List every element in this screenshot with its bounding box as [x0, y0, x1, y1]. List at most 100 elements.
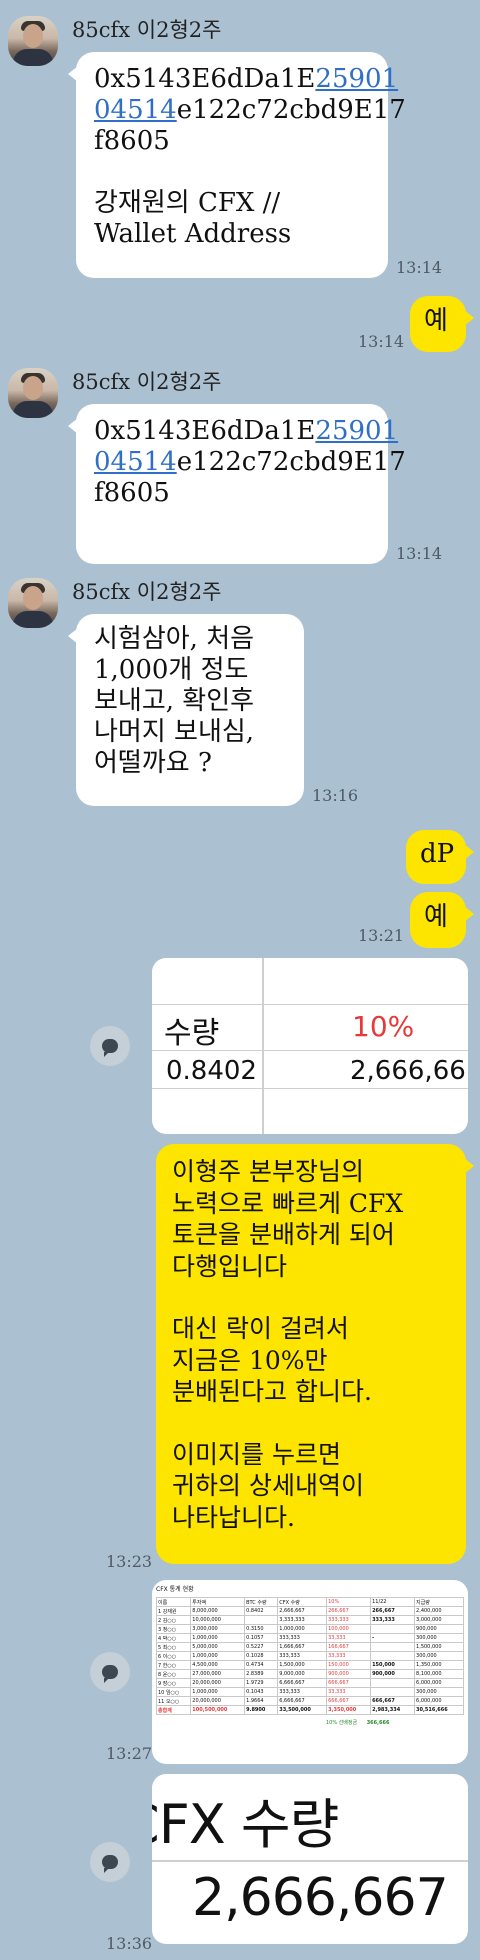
timestamp: 13:14: [396, 258, 443, 277]
table-cell: [370, 1687, 416, 1697]
message-bubble-address[interactable]: 0x5143E6dDa1E25901 04514e122c72cbd9E17 f…: [68, 404, 406, 564]
table-cell: 9,000,000: [277, 1669, 328, 1679]
table-cell: 266,667: [326, 1606, 372, 1616]
spreadsheet-table: 이름 투자액 BTC 수량 CFX 수량 10% 11/22 지급량 1 강재원 8,000,…: [155, 1597, 464, 1715]
table-cell: 3 정○○: [155, 1624, 192, 1634]
table-cell: 150,000: [370, 1660, 416, 1670]
table-cell: 266,667: [370, 1606, 416, 1616]
table-cell: 0.1028: [244, 1651, 279, 1661]
table-cell: 1,000,000: [277, 1624, 328, 1634]
avatar[interactable]: [8, 578, 58, 628]
table-cell: 3,333,333: [277, 1615, 328, 1625]
address-link[interactable]: 04514: [94, 447, 177, 477]
table-cell: 2,400,000: [414, 1606, 464, 1616]
table-cell: 666,667: [326, 1678, 372, 1688]
table-cell: 33,333: [326, 1633, 372, 1643]
table-cell: 6,000,000: [414, 1696, 464, 1706]
table-cell: 33,333: [326, 1687, 372, 1697]
avatar[interactable]: [8, 16, 58, 66]
table-cell: 6 이○○: [155, 1651, 192, 1661]
timestamp: 13:36: [106, 1934, 153, 1953]
table-header-row: 이름 투자액 BTC 수량 CFX 수량 10% 11/22 지급량: [155, 1597, 464, 1607]
table-cell: 1 강재원: [155, 1606, 192, 1616]
table-cell: 4,500,000: [190, 1660, 246, 1670]
table-cell: 166,667: [326, 1642, 372, 1652]
table-row: 5 최○○ 5,000,000 0.5227 1,666,667 166,667 1,50…: [155, 1642, 464, 1652]
table-cell: [244, 1615, 279, 1625]
table-cell: 1.9729: [244, 1678, 279, 1688]
table-cell: 900,000: [326, 1669, 372, 1679]
sender-name: 85cfx 이2형2주: [72, 18, 222, 42]
table-row: 10 임○○ 1,000,000 0.1043 333,333 33,333 300,00…: [155, 1687, 464, 1697]
table-cell: 0.5227: [244, 1642, 279, 1652]
table-cell: 20,000,000: [190, 1678, 246, 1688]
message-bubble-announcement[interactable]: 이형주 본부장님의 노력으로 빠르게 CFX 토큰을 분배하게 되어 다행입니다…: [156, 1144, 474, 1564]
table-cell: 333,333: [370, 1615, 416, 1625]
table-cell: 10 임○○: [155, 1687, 192, 1697]
address-link[interactable]: 04514: [94, 95, 177, 125]
timestamp: 13:14: [396, 544, 443, 563]
table-cell: 10,000,000: [190, 1615, 246, 1625]
table-cell: 333,333: [277, 1651, 328, 1661]
table-cell: 1,000,000: [190, 1651, 246, 1661]
message-bubble-wallet-address[interactable]: 0x5143E6dDa1E25901 04514e122c72cbd9E17 f…: [68, 52, 406, 278]
timestamp: 13:14: [358, 332, 405, 351]
table-cell: 666,667: [326, 1696, 372, 1706]
table-cell: 1.9664: [244, 1696, 279, 1706]
image-attachment-spreadsheet[interactable]: CFX 통계 현황 이름 투자액 BTC 수량 CFX 수량 10% 11/22 지급량 1…: [152, 1580, 468, 1764]
table-cell: 0.4734: [244, 1660, 279, 1670]
table-cell: 300,000: [414, 1687, 464, 1697]
table-cell: 1,000,000: [190, 1687, 246, 1697]
table-row: 2 김○○ 10,000,000 3,333,333 333,333 333,333 3,…: [155, 1615, 464, 1625]
table-cell: 300,000: [414, 1651, 464, 1661]
image-attachment-quantity[interactable]: 수량 10% 0.8402 2,666,66: [152, 958, 468, 1134]
share-button[interactable]: [90, 1652, 130, 1692]
table-cell: [370, 1624, 416, 1634]
table-cell: 333,333: [326, 1615, 372, 1625]
table-cell: 6,666,667: [277, 1696, 328, 1706]
table-cell: 7 한○○: [155, 1660, 192, 1670]
table-cell: 4 박○○: [155, 1633, 192, 1643]
address-link[interactable]: 25901: [315, 416, 398, 446]
table-cell: 6,000,000: [414, 1678, 464, 1688]
avatar[interactable]: [8, 368, 58, 418]
table-cell: 8 윤○○: [155, 1669, 192, 1679]
table-cell: 0.8402: [244, 1606, 279, 1616]
table-cell: 0.1057: [244, 1633, 279, 1643]
table-cell: 1,666,667: [277, 1642, 328, 1652]
address-link[interactable]: 25901: [315, 64, 398, 94]
table-row: 8 윤○○ 27,000,000 2.8389 9,000,000 900,000 900…: [155, 1669, 464, 1679]
sender-name: 85cfx 이2형2주: [72, 580, 222, 604]
table-cell: 2 김○○: [155, 1615, 192, 1625]
table-cell: 9 장○○: [155, 1678, 192, 1688]
message-bubble-yes[interactable]: 예: [410, 296, 474, 352]
table-cell: 150,000: [326, 1660, 372, 1670]
table-cell: 5 최○○: [155, 1642, 192, 1652]
timestamp: 13:27: [106, 1744, 153, 1763]
table-cell: 8,000,000: [190, 1606, 246, 1616]
table-cell: 3,000,000: [414, 1615, 464, 1625]
share-icon: [102, 1855, 118, 1873]
share-icon: [102, 1665, 118, 1683]
table-cell: 6,666,667: [277, 1678, 328, 1688]
table-row: 4 박○○ 1,000,000 0.1057 333,333 33,333-300,00…: [155, 1633, 464, 1643]
table-cell: 2.8389: [244, 1669, 279, 1679]
table-cell: 1,350,000: [414, 1660, 464, 1670]
table-cell: 333,333: [277, 1687, 328, 1697]
table-cell: 100,000: [326, 1624, 372, 1634]
share-button[interactable]: [90, 1026, 130, 1066]
message-bubble-dp[interactable]: dP: [406, 830, 474, 884]
image-attachment-cfx-quantity[interactable]: CFX 수량 2,666,667: [152, 1774, 468, 1944]
table-row: 9 장○○ 20,000,000 1.9729 6,666,667 666,667 6,0…: [155, 1678, 464, 1688]
table-cell: 0.3150: [244, 1624, 279, 1634]
table-cell: 2,666,667: [277, 1606, 328, 1616]
message-bubble-proposal[interactable]: 시험삼아, 처음 1,000개 정도 보내고, 확인후 나머지 보내심, 어떨까…: [68, 614, 304, 806]
table-cell: 333,333: [277, 1633, 328, 1643]
share-button[interactable]: [90, 1842, 130, 1882]
share-icon: [102, 1039, 118, 1057]
message-bubble-yes[interactable]: 예: [410, 892, 474, 948]
table-row: 11 오○○ 20,000,000 1.9664 6,666,667 666,667 66…: [155, 1696, 464, 1706]
sender-name: 85cfx 이2형2주: [72, 370, 222, 394]
table-cell: 0.1043: [244, 1687, 279, 1697]
timestamp: 13:21: [358, 926, 405, 945]
